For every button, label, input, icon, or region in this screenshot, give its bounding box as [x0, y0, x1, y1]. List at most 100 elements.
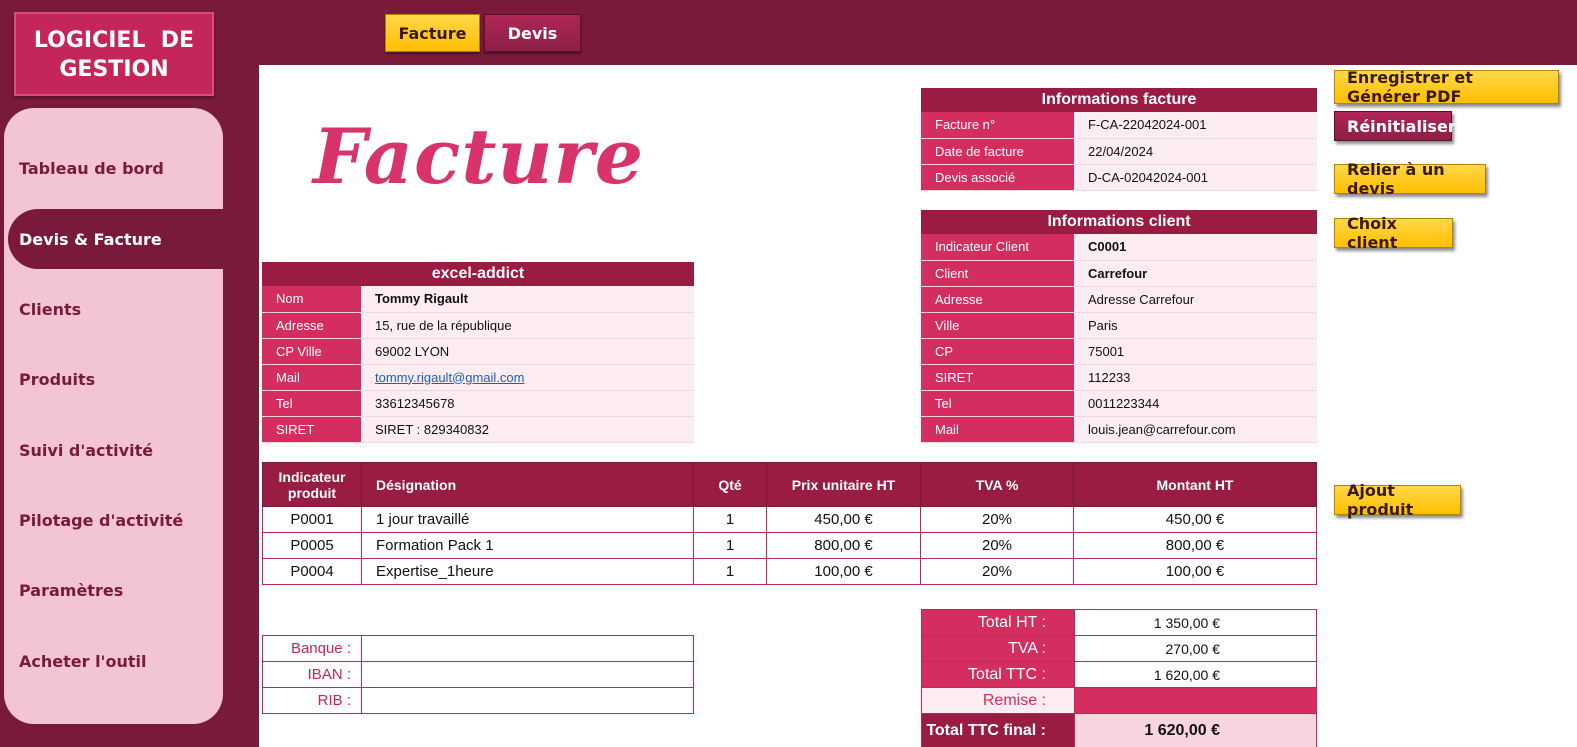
invoice-info-label: Date de facture — [921, 138, 1074, 165]
link-quote-button[interactable]: Relier à un devis — [1334, 160, 1486, 198]
company-label: Adresse — [262, 312, 361, 339]
company-label: CP Ville — [262, 338, 361, 365]
table-row: P0001 1 jour travaillé 1 450,00 € 20% 45… — [262, 506, 1317, 533]
company-label: Nom — [262, 286, 361, 313]
client-info-label: Tel — [921, 390, 1074, 417]
sidebar-item-produits[interactable]: Produits — [8, 349, 219, 409]
company-label: SIRET — [262, 416, 361, 443]
remise-field[interactable] — [1074, 687, 1317, 714]
cell-designation[interactable]: Formation Pack 1 — [361, 532, 694, 559]
total-ht-label: Total HT : — [921, 609, 1075, 636]
company-name[interactable]: Tommy Rigault — [361, 286, 694, 313]
cell-tva[interactable]: 20% — [920, 532, 1074, 559]
invoice-info-header: Informations facture — [921, 88, 1317, 112]
client-info-label: Ville — [921, 312, 1074, 339]
total-ttc-label: Total TTC : — [921, 661, 1075, 688]
add-product-button[interactable]: Ajout produit — [1334, 481, 1461, 519]
cell-montant[interactable]: 100,00 € — [1073, 558, 1317, 585]
cell-indicateur[interactable]: P0001 — [262, 506, 362, 533]
cell-indicateur[interactable]: P0004 — [262, 558, 362, 585]
sidebar-item-suivi-activite[interactable]: Suivi d'activité — [8, 420, 219, 480]
invoice-info-table: Informations facture Facture n° F-CA-2204… — [921, 88, 1317, 191]
client-info-label: CP — [921, 338, 1074, 365]
iban-field[interactable] — [361, 661, 694, 688]
invoice-info-label: Facture n° — [921, 112, 1074, 139]
company-mail-link[interactable]: tommy.rigault@gmail.com — [375, 370, 525, 385]
cell-montant[interactable]: 800,00 € — [1073, 532, 1317, 559]
cell-prix[interactable]: 800,00 € — [766, 532, 921, 559]
associated-quote[interactable]: D-CA-02042024-001 — [1074, 164, 1317, 191]
client-mail[interactable]: louis.jean@carrefour.com — [1074, 416, 1317, 443]
sidebar-item-label: Pilotage d'activité — [19, 510, 184, 530]
cell-prix[interactable]: 450,00 € — [766, 506, 921, 533]
company-cp-ville[interactable]: 69002 LYON — [361, 338, 694, 365]
col-header-montant: Montant HT — [1073, 462, 1317, 507]
company-label: Mail — [262, 364, 361, 391]
company-table: excel-addict Nom Tommy Rigault Adresse 15,… — [262, 262, 694, 443]
client-siret[interactable]: 112233 — [1074, 364, 1317, 391]
logo-line-1: LOGICIEL DE — [33, 28, 195, 53]
client-tel[interactable]: 0011223344 — [1074, 390, 1317, 417]
bank-table: Banque : IBAN : RIB : — [262, 635, 694, 714]
total-ht-value: 1 350,00 € — [1074, 609, 1317, 636]
company-address[interactable]: 15, rue de la république — [361, 312, 694, 339]
company-label: Tel — [262, 390, 361, 417]
tva-label: TVA : — [921, 635, 1075, 662]
tab-facture[interactable]: Facture — [385, 14, 480, 52]
invoice-date[interactable]: 22/04/2024 — [1074, 138, 1317, 165]
tab-devis[interactable]: Devis — [484, 14, 581, 52]
sidebar-item-devis-facture[interactable]: Devis & Facture — [8, 209, 223, 269]
sidebar-item-label: Produits — [19, 369, 96, 389]
cell-qte[interactable]: 1 — [693, 558, 767, 585]
col-header-designation: Désignation — [361, 462, 694, 507]
iban-label: IBAN : — [262, 661, 362, 688]
company-siret[interactable]: SIRET : 829340832 — [361, 416, 694, 443]
bank-field[interactable] — [361, 635, 694, 662]
sidebar-item-parametres[interactable]: Paramètres — [8, 560, 219, 620]
client-name[interactable]: Carrefour — [1074, 260, 1317, 287]
cell-qte[interactable]: 1 — [693, 532, 767, 559]
invoice-number[interactable]: F-CA-22042024-001 — [1074, 112, 1317, 139]
cell-tva[interactable]: 20% — [920, 558, 1074, 585]
cell-designation[interactable]: Expertise_1heure — [361, 558, 694, 585]
company-header: excel-addict — [262, 262, 694, 286]
choose-client-button[interactable]: Choix client — [1334, 214, 1453, 252]
sidebar-item-label: Suivi d'activité — [19, 440, 154, 460]
save-pdf-button[interactable]: Enregistrer et Générer PDF — [1334, 68, 1559, 106]
reset-button[interactable]: Réinitialiser — [1334, 111, 1456, 141]
sidebar-item-pilotage-activite[interactable]: Pilotage d'activité — [8, 490, 219, 550]
client-info-label: Adresse — [921, 286, 1074, 313]
sidebar-item-tableau-de-bord[interactable]: Tableau de bord — [8, 138, 219, 198]
sidebar-item-label: Devis & Facture — [19, 229, 162, 249]
cell-qte[interactable]: 1 — [693, 506, 767, 533]
cell-indicateur[interactable]: P0005 — [262, 532, 362, 559]
sidebar-item-label: Tableau de bord — [19, 158, 164, 178]
table-row: P0005 Formation Pack 1 1 800,00 € 20% 80… — [262, 532, 1317, 559]
client-cp[interactable]: 75001 — [1074, 338, 1317, 365]
company-tel[interactable]: 33612345678 — [361, 390, 694, 417]
logo-line-2: GESTION — [59, 57, 169, 82]
table-row: P0004 Expertise_1heure 1 100,00 € 20% 10… — [262, 558, 1317, 585]
client-info-header: Informations client — [921, 210, 1317, 234]
products-table: Indicateur produit Désignation Qté Prix … — [262, 462, 1317, 585]
col-header-indicateur: Indicateur produit — [262, 462, 362, 507]
totals-table: Total HT :1 350,00 € TVA :270,00 € Total… — [921, 609, 1317, 747]
client-city[interactable]: Paris — [1074, 312, 1317, 339]
sidebar-item-label: Paramètres — [19, 580, 124, 600]
client-indicator[interactable]: C0001 — [1074, 234, 1317, 261]
invoice-info-label: Devis associé — [921, 164, 1074, 191]
tva-value: 270,00 € — [1074, 635, 1317, 662]
cell-designation[interactable]: 1 jour travaillé — [361, 506, 694, 533]
client-address[interactable]: Adresse Carrefour — [1074, 286, 1317, 313]
total-final-label: Total TTC final : — [921, 713, 1075, 747]
cell-prix[interactable]: 100,00 € — [766, 558, 921, 585]
rib-label: RIB : — [262, 687, 362, 714]
sidebar-item-clients[interactable]: Clients — [8, 279, 219, 339]
sidebar-item-acheter-outil[interactable]: Acheter l'outil — [8, 631, 219, 691]
total-ttc-value: 1 620,00 € — [1074, 661, 1317, 688]
cell-tva[interactable]: 20% — [920, 506, 1074, 533]
remise-label: Remise : — [921, 687, 1075, 714]
cell-montant[interactable]: 450,00 € — [1073, 506, 1317, 533]
client-info-label: SIRET — [921, 364, 1074, 391]
rib-field[interactable] — [361, 687, 694, 714]
